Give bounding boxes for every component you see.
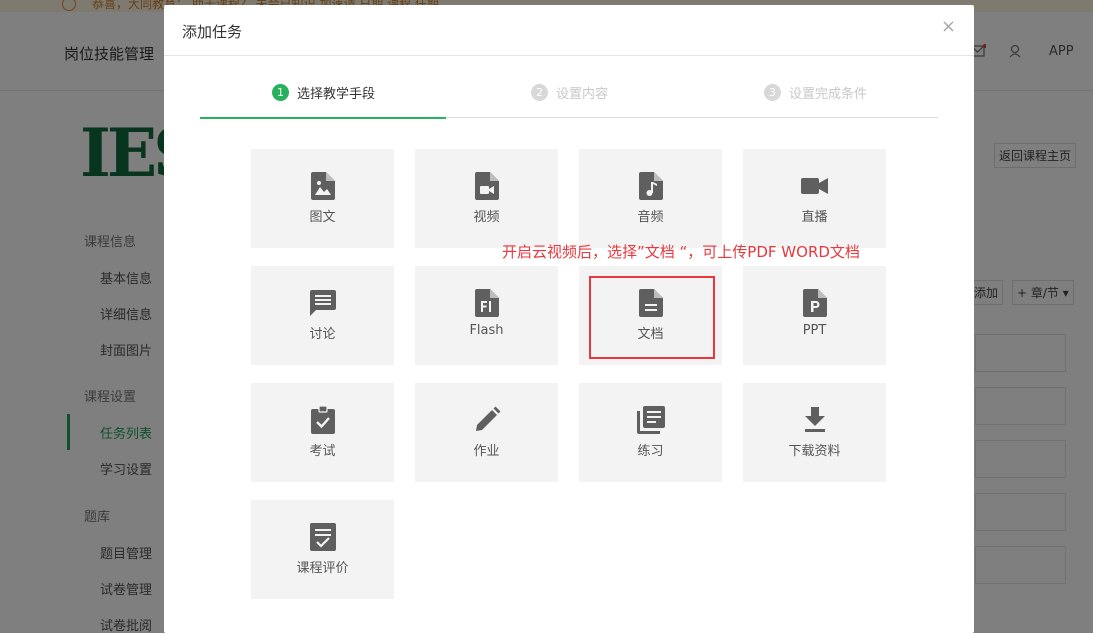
task-type-image-text[interactable]: 图文 — [251, 149, 394, 248]
pencil-icon — [472, 405, 502, 435]
task-type-live[interactable]: 直播 — [743, 149, 886, 248]
exam-clipboard-icon — [308, 405, 338, 435]
comment-icon — [308, 288, 338, 318]
evaluation-icon — [308, 522, 338, 552]
step-indicator: 1 选择教学手段 2 设置内容 3 设置完成条件 — [200, 77, 938, 119]
task-type-course-evaluation[interactable]: 课程评价 — [251, 500, 394, 599]
annotation-text: 开启云视频后，选择”文档 “，可上传PDF WORD文档 — [502, 243, 860, 261]
task-type-exam[interactable]: 考试 — [251, 383, 394, 482]
task-type-download[interactable]: 下载资料 — [743, 383, 886, 482]
download-icon — [800, 405, 830, 435]
task-type-flash[interactable]: Flash — [415, 266, 558, 365]
modal-divider — [164, 55, 974, 56]
video-camera-icon — [800, 171, 830, 201]
flash-file-icon — [472, 288, 502, 318]
image-file-icon — [308, 171, 338, 201]
step-select-method: 1 选择教学手段 — [272, 83, 375, 102]
add-task-modal: 添加任务 × 1选择教学手段 2设置内容 3设置完成条件 图文 视频 音频 — [164, 5, 974, 633]
task-type-discussion[interactable]: 讨论 — [251, 266, 394, 365]
task-type-practice[interactable]: 练习 — [579, 383, 722, 482]
audio-file-icon — [636, 171, 666, 201]
active-step-underline — [200, 117, 446, 119]
task-type-ppt[interactable]: PPT — [743, 266, 886, 365]
modal-title: 添加任务 — [182, 23, 243, 41]
ppt-file-icon — [800, 288, 830, 318]
step-set-content: 2 设置内容 — [531, 83, 608, 102]
step-set-completion: 3 设置完成条件 — [764, 83, 867, 102]
task-type-homework[interactable]: 作业 — [415, 383, 558, 482]
practice-library-icon — [636, 405, 666, 435]
annotation-highlight-box — [589, 276, 715, 359]
video-file-icon — [472, 171, 502, 201]
task-type-video[interactable]: 视频 — [415, 149, 558, 248]
task-type-audio[interactable]: 音频 — [579, 149, 722, 248]
close-icon[interactable]: × — [941, 16, 956, 37]
